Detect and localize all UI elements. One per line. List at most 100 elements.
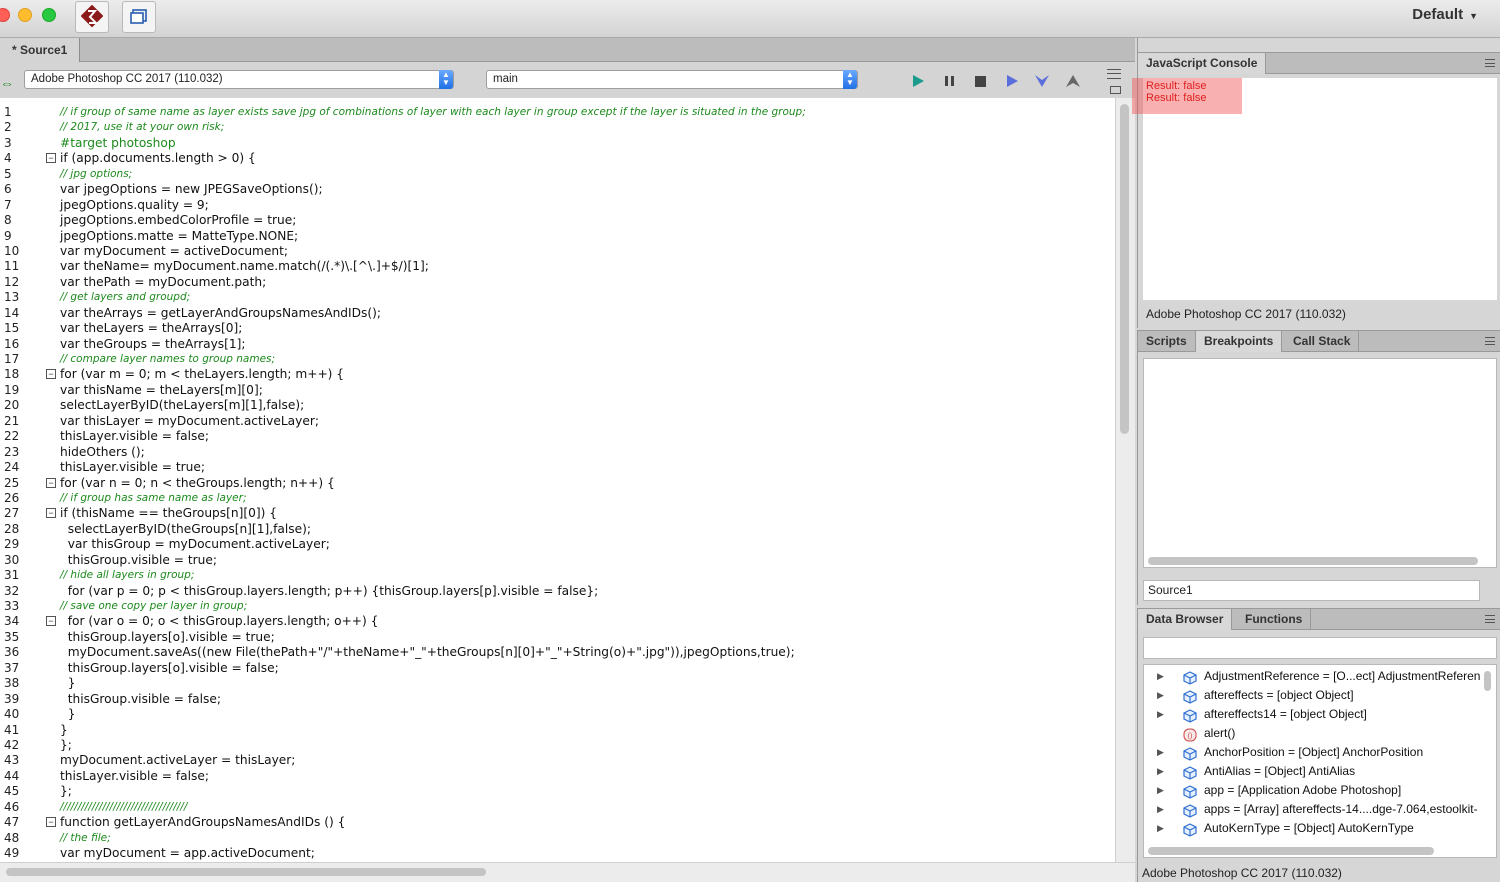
expand-triangle-icon[interactable]: ▶	[1157, 762, 1164, 781]
code-line[interactable]: 6 var jpegOptions = new JPEGSaveOptions()…	[0, 182, 1115, 197]
tab-source1[interactable]: * Source1	[0, 38, 81, 62]
stop-button[interactable]	[972, 74, 988, 88]
code-line[interactable]: 8 jpegOptions.embedColorProfile = true;	[0, 213, 1115, 228]
scrollbar-thumb[interactable]	[6, 868, 486, 876]
line-number[interactable]: 45	[4, 784, 34, 799]
line-number[interactable]: 5	[4, 167, 34, 182]
target-app-select[interactable]: Adobe Photoshop CC 2017 (110.032) ▲ ▼	[24, 70, 454, 89]
line-number[interactable]: 41	[4, 723, 34, 738]
code-line[interactable]: 43 myDocument.activeLayer = thisLayer;	[0, 753, 1115, 768]
tree-item[interactable]: ▶ AutoKernType = [Object] AutoKernType	[1145, 819, 1485, 838]
line-number[interactable]: 29	[4, 537, 34, 552]
code-line[interactable]: 28 selectLayerByID(theGroups[n][1],false…	[0, 522, 1115, 537]
code-line[interactable]: 46 ////////////////////////////////////	[0, 800, 1115, 815]
line-number[interactable]: 10	[4, 244, 34, 259]
code-line[interactable]: 5 // jpg options;	[0, 167, 1115, 182]
fold-toggle-icon[interactable]: −	[46, 508, 56, 519]
code-line[interactable]: 2 // 2017, use it at your own risk;	[0, 120, 1115, 135]
code-line[interactable]: 49 var myDocument = app.activeDocument;	[0, 846, 1115, 861]
line-number[interactable]: 23	[4, 445, 34, 460]
tab-call-stack[interactable]: Call Stack	[1285, 331, 1360, 352]
fold-toggle-icon[interactable]: −	[46, 616, 56, 627]
line-number[interactable]: 20	[4, 398, 34, 413]
line-number[interactable]: 7	[4, 198, 34, 213]
line-number[interactable]: 15	[4, 321, 34, 336]
engine-select[interactable]: main ▲ ▼	[486, 70, 858, 89]
code-line[interactable]: 23 hideOthers ();	[0, 445, 1115, 460]
code-line[interactable]: 35 thisGroup.layers[o].visible = true;	[0, 630, 1115, 645]
scrollbar-thumb[interactable]	[1148, 557, 1478, 565]
code-line[interactable]: 19 var thisName = theLayers[m][0];	[0, 383, 1115, 398]
expand-triangle-icon[interactable]: ▶	[1157, 705, 1164, 724]
line-number[interactable]: 48	[4, 831, 34, 846]
tree-item[interactable]: ▶ aftereffects14 = [object Object]	[1145, 705, 1485, 724]
code-line[interactable]: 42};	[0, 738, 1115, 753]
line-number[interactable]: 39	[4, 692, 34, 707]
fold-toggle-icon[interactable]: −	[46, 817, 56, 828]
code-line[interactable]: 41}	[0, 723, 1115, 738]
code-line[interactable]: 9 jpegOptions.matte = MatteType.NONE;	[0, 229, 1115, 244]
line-number[interactable]: 44	[4, 769, 34, 784]
code-line[interactable]: 17 // compare layer names to group names;	[0, 352, 1115, 367]
code-line[interactable]: 34 − for (var o = 0; o < thisGroup.layers…	[0, 614, 1115, 629]
data-browser-vertical-scrollbar[interactable]	[1482, 667, 1492, 842]
run-button[interactable]	[910, 74, 926, 88]
code-line[interactable]: 22 thisLayer.visible = false;	[0, 429, 1115, 444]
line-number[interactable]: 46	[4, 800, 34, 815]
expand-triangle-icon[interactable]: ▶	[1157, 686, 1164, 705]
code-line[interactable]: 38 }	[0, 676, 1115, 691]
code-line[interactable]: 4 − if (app.documents.length > 0) {	[0, 151, 1115, 166]
code-line[interactable]: 13 // get layers and groupd;	[0, 290, 1115, 305]
expand-triangle-icon[interactable]: ▶	[1157, 819, 1164, 838]
line-number[interactable]: 32	[4, 584, 34, 599]
line-number[interactable]: 18	[4, 367, 34, 382]
line-number[interactable]: 28	[4, 522, 34, 537]
panel-menu-icon[interactable]	[1485, 615, 1495, 623]
code-line[interactable]: 26 // if group has same name as layer;	[0, 491, 1115, 506]
line-number[interactable]: 1	[4, 105, 34, 120]
code-line[interactable]: 36 myDocument.saveAs((new File(thePath+"…	[0, 645, 1115, 660]
code-line[interactable]: 48 // the file;	[0, 831, 1115, 846]
data-browser-search[interactable]	[1143, 637, 1497, 659]
line-number[interactable]: 9	[4, 229, 34, 244]
tab-functions[interactable]: Functions	[1237, 609, 1312, 630]
line-number[interactable]: 42	[4, 738, 34, 753]
fold-toggle-icon[interactable]: −	[46, 369, 56, 380]
panel-menu-icon[interactable]	[1485, 59, 1495, 67]
code-line[interactable]: 1 // if group of same name as layer exist…	[0, 105, 1115, 120]
line-number[interactable]: 13	[4, 290, 34, 305]
expand-triangle-icon[interactable]: ▶	[1157, 800, 1164, 819]
line-number[interactable]: 37	[4, 661, 34, 676]
new-window-button[interactable]	[122, 1, 156, 33]
code-line[interactable]: 16 var theGroups = theArrays[1];	[0, 337, 1115, 352]
step-into-button[interactable]	[1034, 74, 1050, 88]
code-line[interactable]: 30 thisGroup.visible = true;	[0, 553, 1115, 568]
line-number[interactable]: 4	[4, 151, 34, 166]
code-line[interactable]: 12 var thePath = myDocument.path;	[0, 275, 1115, 290]
editor-vertical-scrollbar[interactable]	[1115, 98, 1135, 862]
line-number[interactable]: 21	[4, 414, 34, 429]
code-line[interactable]: 7 jpegOptions.quality = 9;	[0, 198, 1115, 213]
code-line[interactable]: 39 thisGroup.visible = false;	[0, 692, 1115, 707]
code-editor[interactable]: 1 // if group of same name as layer exist…	[0, 98, 1115, 862]
expand-triangle-icon[interactable]: ▶	[1157, 781, 1164, 800]
panel-options-icon[interactable]	[1110, 86, 1121, 94]
workspace-switcher[interactable]: Default ▼	[1412, 6, 1478, 23]
zoom-window-button[interactable]	[42, 8, 56, 22]
tab-scripts[interactable]: Scripts	[1138, 331, 1196, 352]
breakpoints-list[interactable]	[1143, 358, 1497, 568]
code-line[interactable]: 32 for (var p = 0; p < thisGroup.layers.…	[0, 584, 1115, 599]
tree-item[interactable]: ▶ AdjustmentReference = [O...ect] Adjustm…	[1145, 667, 1485, 686]
panel-menu-icon[interactable]	[1485, 337, 1495, 345]
code-line[interactable]: 31 // hide all layers in group;	[0, 568, 1115, 583]
code-line[interactable]: 29 var thisGroup = myDocument.activeLaye…	[0, 537, 1115, 552]
line-number[interactable]: 34	[4, 614, 34, 629]
code-line[interactable]: 40 }	[0, 707, 1115, 722]
expand-triangle-icon[interactable]: ▶	[1157, 743, 1164, 762]
line-number[interactable]: 17	[4, 352, 34, 367]
link-icon[interactable]: ⇔	[0, 75, 14, 91]
code-line[interactable]: 15 var theLayers = theArrays[0];	[0, 321, 1115, 336]
line-number[interactable]: 38	[4, 676, 34, 691]
line-number[interactable]: 22	[4, 429, 34, 444]
line-number[interactable]: 12	[4, 275, 34, 290]
